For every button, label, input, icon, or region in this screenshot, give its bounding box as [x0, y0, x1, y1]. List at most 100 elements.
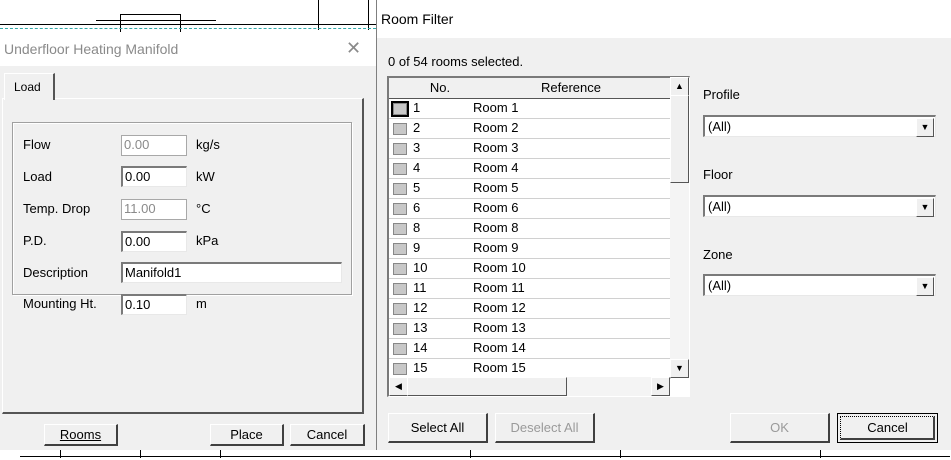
rooms-button[interactable]: Rooms	[44, 424, 118, 446]
row-checkbox[interactable]	[393, 323, 407, 335]
tab-load-label: Load	[14, 80, 41, 94]
zone-select[interactable]: (All) ▼	[703, 274, 936, 296]
table-row[interactable]: 3 Room 3	[389, 138, 671, 159]
row-checkbox[interactable]	[393, 243, 407, 255]
table-row[interactable]: 8 Room 8	[389, 218, 671, 239]
vertical-scrollbar[interactable]: ▲ ▼	[670, 77, 689, 378]
load-label: Load	[23, 169, 52, 184]
row-checkbox[interactable]	[393, 363, 407, 375]
temp-drop-field: 11.00	[121, 199, 187, 220]
mounting-ht-field[interactable]: 0.10	[121, 294, 187, 315]
chevron-down-icon[interactable]: ▼	[916, 118, 934, 137]
profile-select-value: (All)	[708, 119, 732, 134]
row-reference: Room 6	[473, 200, 519, 215]
selection-status: 0 of 54 rooms selected.	[388, 54, 524, 69]
table-row[interactable]: 5 Room 5	[389, 178, 671, 199]
close-icon[interactable]: ✕	[346, 38, 361, 59]
profile-select[interactable]: (All) ▼	[703, 115, 936, 137]
temp-drop-unit: °C	[196, 201, 211, 216]
pd-label: P.D.	[23, 233, 47, 248]
manifold-cancel-button[interactable]: Cancel	[290, 424, 365, 446]
horizontal-scroll-thumb[interactable]	[407, 377, 567, 396]
scroll-up-icon[interactable]: ▲	[670, 77, 689, 96]
room-filter-cancel-button[interactable]: Cancel	[837, 413, 938, 443]
table-row[interactable]: 11 Room 11	[389, 278, 671, 299]
table-row[interactable]: 9 Room 9	[389, 238, 671, 259]
row-reference: Room 1	[473, 100, 519, 115]
zone-select-value: (All)	[708, 278, 732, 293]
row-checkbox[interactable]	[393, 143, 407, 155]
column-header-reference[interactable]: Reference	[471, 78, 672, 99]
table-row[interactable]: 15 Room 15	[389, 358, 671, 379]
table-row[interactable]: 12 Room 12	[389, 298, 671, 319]
row-no: 5	[413, 180, 421, 195]
table-row[interactable]: 13 Room 13	[389, 318, 671, 339]
pd-field[interactable]: 0.00	[121, 231, 187, 252]
scroll-right-icon[interactable]: ▶	[651, 377, 670, 396]
cad-line	[318, 0, 319, 30]
table-row[interactable]: 6 Room 6	[389, 198, 671, 219]
description-field[interactable]: Manifold1	[121, 262, 342, 283]
row-checkbox[interactable]	[393, 223, 407, 235]
row-no: 6	[413, 200, 421, 215]
row-no: 9	[413, 240, 421, 255]
column-header-check[interactable]	[389, 78, 410, 99]
row-reference: Room 9	[473, 240, 519, 255]
manifold-title-bar[interactable]: Underfloor Heating Manifold ✕	[0, 34, 376, 66]
row-reference: Room 10	[473, 260, 526, 275]
deselect-all-button[interactable]: Deselect All	[495, 413, 595, 443]
floor-select[interactable]: (All) ▼	[703, 195, 936, 217]
table-row[interactable]: 2 Room 2	[389, 118, 671, 139]
row-checkbox[interactable]	[393, 123, 407, 135]
room-filter-title: Room Filter	[381, 11, 454, 27]
manifold-title: Underfloor Heating Manifold	[4, 41, 179, 57]
row-reference: Room 4	[473, 160, 519, 175]
table-row[interactable]: 14 Room 14	[389, 338, 671, 359]
cad-line	[368, 0, 369, 30]
select-all-button[interactable]: Select All	[388, 413, 488, 443]
rooms-list[interactable]: No. Reference 1 Room 1 2 Room 2 3 Room 3 4 Room…	[387, 76, 690, 397]
scroll-left-icon[interactable]: ◀	[389, 377, 408, 396]
row-no: 2	[413, 120, 421, 135]
table-row[interactable]: 1 Room 1	[389, 98, 671, 119]
row-checkbox[interactable]	[393, 303, 407, 315]
cad-line	[20, 456, 950, 457]
place-button[interactable]: Place	[210, 424, 284, 446]
row-reference: Room 13	[473, 320, 526, 335]
profile-label: Profile	[703, 87, 740, 102]
row-checkbox[interactable]	[393, 263, 407, 275]
row-checkbox[interactable]	[393, 103, 407, 115]
scroll-down-icon[interactable]: ▼	[670, 359, 689, 378]
chevron-down-icon[interactable]: ▼	[916, 277, 934, 296]
row-no: 1	[413, 100, 421, 115]
row-no: 13	[413, 320, 428, 335]
row-checkbox[interactable]	[393, 343, 407, 355]
row-no: 3	[413, 140, 421, 155]
vertical-scroll-thumb[interactable]	[670, 95, 689, 183]
table-row[interactable]: 4 Room 4	[389, 158, 671, 179]
floor-select-value: (All)	[708, 199, 732, 214]
row-checkbox[interactable]	[393, 203, 407, 215]
row-checkbox[interactable]	[393, 183, 407, 195]
row-checkbox[interactable]	[393, 283, 407, 295]
room-filter-title-bar[interactable]: Room Filter	[377, 0, 951, 38]
row-checkbox[interactable]	[393, 163, 407, 175]
flow-unit: kg/s	[196, 137, 220, 152]
rooms-button-label: Rooms	[59, 427, 102, 442]
mounting-ht-unit: m	[196, 296, 207, 311]
row-reference: Room 12	[473, 300, 526, 315]
column-header-no[interactable]: No.	[409, 78, 472, 99]
cad-line	[120, 14, 121, 32]
ok-button[interactable]: OK	[730, 413, 830, 443]
table-row[interactable]: 10 Room 10	[389, 258, 671, 279]
floor-label: Floor	[703, 167, 733, 182]
horizontal-scrollbar[interactable]: ◀ ▶	[389, 377, 670, 396]
row-no: 12	[413, 300, 428, 315]
temp-drop-label: Temp. Drop	[23, 201, 91, 216]
load-field[interactable]: 0.00	[121, 166, 187, 187]
cad-line	[96, 20, 216, 21]
description-label: Description	[23, 265, 89, 280]
row-reference: Room 2	[473, 120, 519, 135]
tab-load[interactable]: Load	[4, 73, 55, 100]
chevron-down-icon[interactable]: ▼	[916, 198, 934, 217]
